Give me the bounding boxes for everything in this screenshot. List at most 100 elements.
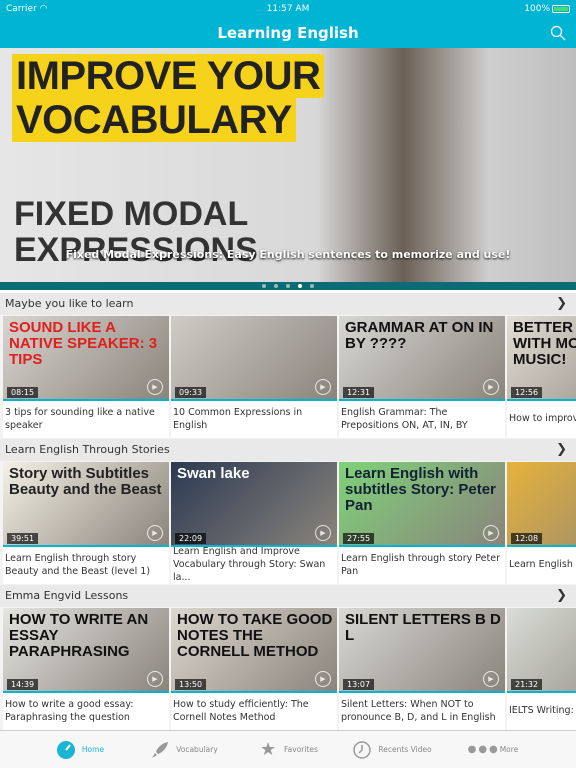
rocket-icon bbox=[150, 740, 170, 760]
video-thumbnail[interactable]: Learn English with subtitles Story: Pete… bbox=[339, 462, 505, 547]
play-icon[interactable]: ▶ bbox=[315, 671, 331, 687]
thumbnail-text: SOUND LIKE A NATIVE SPEAKER: 3 TIPS bbox=[9, 319, 158, 368]
video-thumbnail[interactable]: 12:08 ▶ bbox=[507, 462, 576, 547]
video-card[interactable]: 09:33 ▶ 10 Common Expressions in English bbox=[171, 316, 337, 438]
play-icon[interactable]: ▶ bbox=[147, 525, 163, 541]
tab-vocabulary[interactable]: Vocabulary bbox=[132, 731, 236, 768]
video-card[interactable]: BETTER ENGLISH WITH MOVIES AND MUSIC! 12… bbox=[507, 316, 576, 438]
tab-bar: Home Vocabulary ★ Favorites Recents Video ●●●… bbox=[0, 730, 576, 768]
video-title: 3 tips for sounding like a native speake… bbox=[5, 406, 155, 431]
page-title: Learning English bbox=[217, 24, 359, 42]
video-card[interactable]: HOW TO TAKE GOOD NOTES THE CORNELL METHO… bbox=[171, 608, 337, 730]
play-icon[interactable]: ▶ bbox=[147, 379, 163, 395]
banner-caption: Fixed Modal Expressions: Easy English se… bbox=[65, 248, 511, 261]
video-thumbnail[interactable]: Swan lake 22:09 ▶ bbox=[171, 462, 337, 547]
duration-badge: 12:08 bbox=[511, 533, 543, 544]
video-title: Learn English through story Beauty and t… bbox=[5, 552, 151, 577]
video-thumbnail[interactable]: SILENT LETTERS B D L 13:07 ▶ bbox=[339, 608, 505, 693]
video-card[interactable]: SOUND LIKE A NATIVE SPEAKER: 3 TIPS 08:1… bbox=[3, 316, 169, 438]
duration-badge: 12:31 bbox=[343, 387, 375, 398]
video-card[interactable]: GRAMMAR AT ON IN BY ???? 12:31 ▶ English… bbox=[339, 316, 505, 438]
banner-thumb-heading: IMPROVE YOUR VOCABULARY bbox=[12, 54, 325, 142]
play-icon[interactable]: ▶ bbox=[315, 525, 331, 541]
wifi-icon: ◠ bbox=[39, 4, 48, 14]
featured-banner[interactable]: IMPROVE YOUR VOCABULARY FIXED MODAL EXPRES… bbox=[0, 48, 576, 290]
video-title: How to write a good essay: Paraphrasing … bbox=[5, 698, 134, 723]
video-title: Learn English th and the Forty Th bbox=[509, 559, 576, 570]
more-dots-icon: ●●● bbox=[467, 744, 500, 755]
thumbnail-text: GRAMMAR AT ON IN BY ???? bbox=[345, 319, 494, 352]
battery: 100% bbox=[524, 4, 570, 14]
play-icon[interactable]: ▶ bbox=[483, 671, 499, 687]
video-card[interactable]: 21:32 ▶ IELTS Writing: N Pie Charts bbox=[507, 608, 576, 730]
thumbnail-text: Learn English with subtitles Story: Pete… bbox=[345, 465, 496, 514]
page-dot[interactable] bbox=[286, 284, 290, 288]
section-header[interactable]: Maybe you like to learn ❯ bbox=[0, 293, 576, 315]
status-bar: Carrier ◠ 11:57 AM 100% bbox=[0, 0, 576, 18]
duration-badge: 08:15 bbox=[7, 387, 39, 398]
video-thumbnail[interactable]: GRAMMAR AT ON IN BY ???? 12:31 ▶ bbox=[339, 316, 505, 401]
video-carousel[interactable]: HOW TO WRITE AN ESSAY PARAPHRASING 14:39… bbox=[0, 607, 576, 731]
tab-home[interactable]: Home bbox=[28, 731, 132, 768]
video-title: IELTS Writing: N Pie Charts bbox=[509, 705, 576, 716]
section-title: Emma Engvid Lessons bbox=[5, 589, 129, 602]
duration-badge: 13:50 bbox=[175, 679, 207, 690]
video-title: Learn English and Improve Vocabulary thr… bbox=[173, 547, 326, 582]
video-thumbnail[interactable]: BETTER ENGLISH WITH MOVIES AND MUSIC! 12… bbox=[507, 316, 576, 401]
battery-icon bbox=[552, 4, 570, 13]
video-thumbnail[interactable]: HOW TO TAKE GOOD NOTES THE CORNELL METHO… bbox=[171, 608, 337, 693]
video-card[interactable]: Learn English with subtitles Story: Pete… bbox=[339, 462, 505, 584]
video-thumbnail[interactable]: 21:32 ▶ bbox=[507, 608, 576, 693]
video-thumbnail[interactable]: Story with Subtitles Beauty and the Beas… bbox=[3, 462, 169, 547]
page-dot[interactable] bbox=[298, 284, 302, 288]
video-card[interactable]: 12:08 ▶ Learn English th and the Forty T… bbox=[507, 462, 576, 584]
video-thumbnail[interactable]: HOW TO WRITE AN ESSAY PARAPHRASING 14:39… bbox=[3, 608, 169, 693]
carrier: Carrier ◠ bbox=[6, 4, 48, 14]
play-icon[interactable]: ▶ bbox=[315, 379, 331, 395]
video-carousel[interactable]: Story with Subtitles Beauty and the Beas… bbox=[0, 461, 576, 585]
tab-label: Recents Video bbox=[378, 745, 432, 754]
duration-badge: 39:51 bbox=[7, 533, 39, 544]
video-carousel[interactable]: SOUND LIKE A NATIVE SPEAKER: 3 TIPS 08:1… bbox=[0, 315, 576, 439]
tab-label: Home bbox=[81, 745, 105, 754]
tab-favorites[interactable]: ★ Favorites bbox=[236, 731, 340, 768]
section-title: Maybe you like to learn bbox=[5, 297, 134, 310]
video-thumbnail[interactable]: SOUND LIKE A NATIVE SPEAKER: 3 TIPS 08:1… bbox=[3, 316, 169, 401]
tab-label: Vocabulary bbox=[176, 745, 218, 754]
play-icon[interactable]: ▶ bbox=[483, 379, 499, 395]
tab-recents-video[interactable]: Recents Video bbox=[340, 731, 444, 768]
page-indicator[interactable] bbox=[0, 284, 576, 288]
tab-more[interactable]: ●●● More bbox=[444, 731, 548, 768]
video-card[interactable]: Story with Subtitles Beauty and the Beas… bbox=[3, 462, 169, 584]
thumbnail-text: Story with Subtitles Beauty and the Beas… bbox=[9, 465, 162, 498]
section-title: Learn English Through Stories bbox=[5, 443, 170, 456]
chevron-right-icon[interactable]: ❯ bbox=[556, 293, 567, 315]
speedometer-icon bbox=[56, 740, 76, 760]
video-title: 10 Common Expressions in English bbox=[173, 406, 303, 431]
clock: 11:57 AM bbox=[266, 4, 310, 14]
section-header[interactable]: Emma Engvid Lessons ❯ bbox=[0, 585, 576, 607]
page-dot[interactable] bbox=[274, 284, 278, 288]
chevron-right-icon[interactable]: ❯ bbox=[556, 439, 567, 461]
thumbnail-text: SILENT LETTERS B D L bbox=[345, 611, 501, 644]
tab-label: More bbox=[499, 745, 519, 754]
page-dot[interactable] bbox=[310, 284, 314, 288]
video-card[interactable]: SILENT LETTERS B D L 13:07 ▶ Silent Lett… bbox=[339, 608, 505, 730]
duration-badge: 21:32 bbox=[511, 679, 543, 690]
video-card[interactable]: HOW TO WRITE AN ESSAY PARAPHRASING 14:39… bbox=[3, 608, 169, 730]
play-icon[interactable]: ▶ bbox=[147, 671, 163, 687]
star-icon: ★ bbox=[259, 739, 277, 760]
thumbnail-text: BETTER ENGLISH WITH MOVIES AND MUSIC! bbox=[513, 319, 576, 368]
play-icon[interactable]: ▶ bbox=[483, 525, 499, 541]
search-icon[interactable] bbox=[550, 25, 566, 41]
thumbnail-text: HOW TO TAKE GOOD NOTES THE CORNELL METHO… bbox=[177, 611, 333, 660]
clock-icon bbox=[352, 740, 372, 760]
section-header[interactable]: Learn English Through Stories ❯ bbox=[0, 439, 576, 461]
page-dot[interactable] bbox=[262, 284, 266, 288]
chevron-right-icon[interactable]: ❯ bbox=[556, 585, 567, 607]
video-card[interactable]: Swan lake 22:09 ▶ Learn English and Impr… bbox=[171, 462, 337, 584]
video-thumbnail[interactable]: 09:33 ▶ bbox=[171, 316, 337, 401]
thumbnail-text: HOW TO WRITE AN ESSAY PARAPHRASING bbox=[9, 611, 149, 660]
video-title: Learn English through story Peter Pan bbox=[341, 552, 500, 577]
thumbnail-text: Swan lake bbox=[177, 465, 250, 482]
